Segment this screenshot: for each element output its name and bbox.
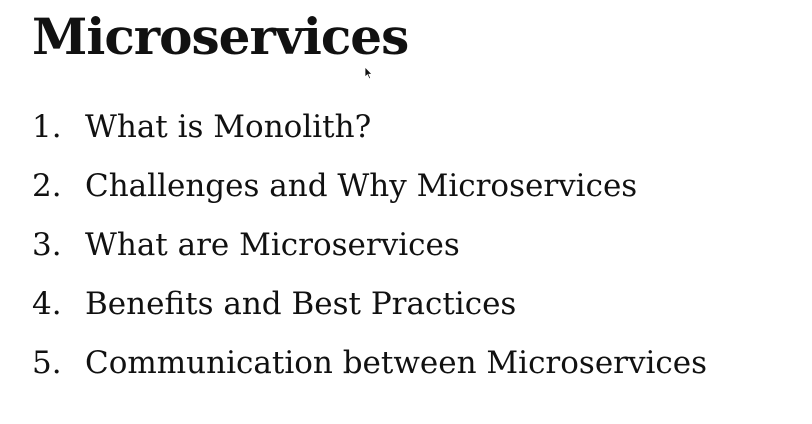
- agenda-number: 5.: [32, 345, 62, 381]
- agenda-number: 4.: [32, 286, 62, 322]
- agenda-text: What is Monolith?: [85, 109, 372, 145]
- presentation-slide: Microservices 1. What is Monolith? 2. Ch…: [0, 0, 812, 424]
- agenda-item-2: 2. Challenges and Why Microservices: [32, 157, 707, 216]
- agenda-item-3: 3. What are Microservices: [32, 216, 707, 275]
- agenda-list: 1. What is Monolith? 2. Challenges and W…: [32, 98, 707, 393]
- agenda-text: Communication between Microservices: [85, 345, 708, 381]
- agenda-text: Challenges and Why Microservices: [85, 168, 638, 204]
- agenda-number: 3.: [32, 227, 62, 263]
- agenda-number: 1.: [32, 109, 62, 145]
- agenda-number: 2.: [32, 168, 62, 204]
- agenda-item-1: 1. What is Monolith?: [32, 98, 707, 157]
- mouse-pointer-icon: [364, 66, 373, 80]
- agenda-text: Benefits and Best Practices: [85, 286, 517, 322]
- agenda-item-4: 4. Benefits and Best Practices: [32, 275, 707, 334]
- slide-title: Microservices: [32, 7, 409, 66]
- agenda-text: What are Microservices: [85, 227, 460, 263]
- agenda-item-5: 5. Communication between Microservices: [32, 334, 707, 393]
